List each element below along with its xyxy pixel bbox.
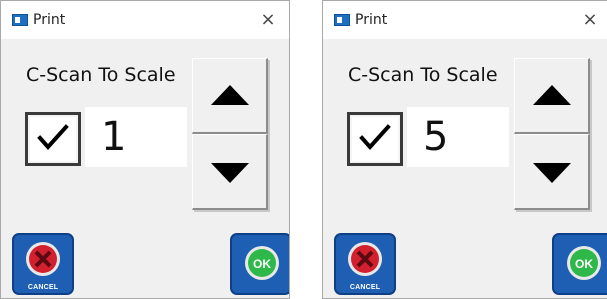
cancel-label: CANCEL	[27, 284, 59, 291]
up-arrow-icon	[211, 85, 249, 105]
cancel-button[interactable]: CANCEL	[12, 233, 74, 295]
cscan-to-scale-label: C-Scan To Scale	[348, 64, 498, 86]
dialog-title: Print	[355, 12, 388, 28]
print-dialog: Print × C-Scan To Scale 5 CANCEL OK	[322, 0, 607, 299]
increment-button[interactable]	[514, 58, 590, 134]
check-icon	[37, 124, 69, 150]
ok-button[interactable]: OK	[230, 233, 289, 295]
ok-label: OK	[575, 257, 593, 271]
app-window-icon	[12, 14, 28, 26]
cscan-to-scale-label: C-Scan To Scale	[26, 64, 176, 86]
print-dialog: Print × C-Scan To Scale 1 CANCEL OK	[0, 0, 290, 299]
title-bar: Print ×	[323, 1, 607, 39]
ok-icon: OK	[567, 246, 601, 280]
close-button[interactable]: ×	[255, 7, 281, 33]
check-icon	[359, 124, 391, 150]
dialog-title: Print	[33, 12, 66, 28]
cscan-to-scale-checkbox[interactable]	[347, 112, 403, 166]
decrement-button[interactable]	[192, 134, 268, 210]
decrement-button[interactable]	[514, 134, 590, 210]
title-bar: Print ×	[1, 1, 289, 39]
down-arrow-icon	[211, 163, 249, 183]
ok-icon: OK	[245, 246, 279, 280]
ok-button[interactable]: OK	[552, 233, 607, 295]
ok-label: OK	[253, 257, 271, 271]
down-arrow-icon	[533, 163, 571, 183]
cscan-to-scale-checkbox[interactable]	[25, 112, 81, 166]
up-arrow-icon	[533, 85, 571, 105]
cancel-x-icon	[26, 242, 60, 276]
app-window-icon	[334, 14, 350, 26]
close-button[interactable]: ×	[577, 7, 603, 33]
scale-value-display: 5	[407, 107, 509, 167]
cancel-x-icon	[348, 242, 382, 276]
cancel-button[interactable]: CANCEL	[334, 233, 396, 295]
cancel-label: CANCEL	[349, 284, 381, 291]
increment-button[interactable]	[192, 58, 268, 134]
scale-value-display: 1	[85, 107, 187, 167]
